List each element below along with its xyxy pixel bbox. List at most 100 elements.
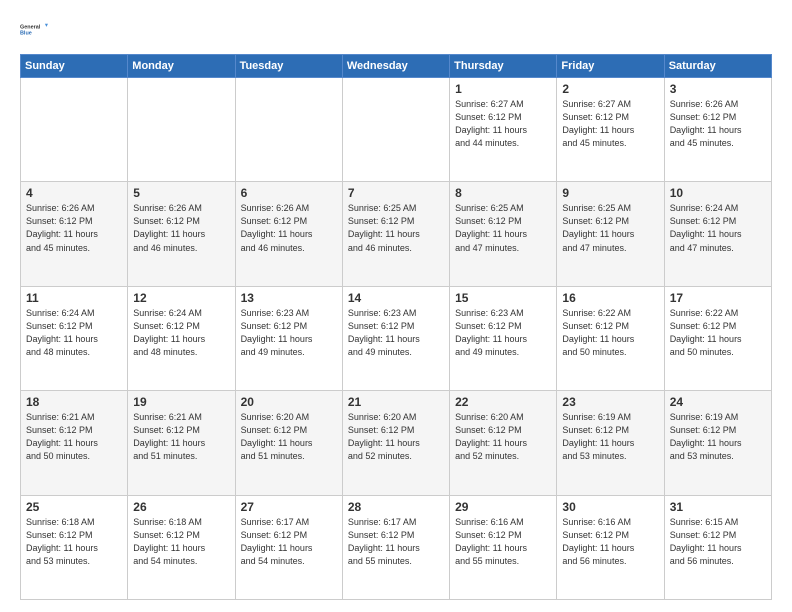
day-number: 8 <box>455 186 551 200</box>
header: General Blue <box>20 16 772 44</box>
calendar-day-cell: 17 Sunrise: 6:22 AM Sunset: 6:12 PM Dayli… <box>664 286 771 390</box>
calendar-day-cell: 12Sunrise: 6:24 AM Sunset: 6:12 PM Dayli… <box>128 286 235 390</box>
day-number: 17 <box>670 291 766 305</box>
day-number: 18 <box>26 395 122 409</box>
day-info: Sunrise: 6:26 AM Sunset: 6:12 PM Dayligh… <box>26 202 122 254</box>
day-number: 3 <box>670 82 766 96</box>
weekday-header: Monday <box>128 55 235 78</box>
day-number: 15 <box>455 291 551 305</box>
calendar-day-cell <box>235 78 342 182</box>
calendar-week-row: 25 Sunrise: 6:18 AM Sunset: 6:12 PM Dayli… <box>21 495 772 599</box>
weekday-header: Sunday <box>21 55 128 78</box>
calendar-day-cell: 27 Sunrise: 6:17 AM Sunset: 6:12 PM Dayli… <box>235 495 342 599</box>
day-number: 20 <box>241 395 337 409</box>
day-info: Sunrise: 6:26 AM Sunset: 6:12 PM Dayligh… <box>241 202 337 254</box>
day-number: 21 <box>348 395 444 409</box>
day-number: 22 <box>455 395 551 409</box>
day-info: Sunrise: 6:19 AM Sunset: 6:12 PM Dayligh… <box>562 411 658 463</box>
day-number: 14 <box>348 291 444 305</box>
calendar-day-cell: 1Sunrise: 6:27 AM Sunset: 6:12 PM Daylig… <box>450 78 557 182</box>
calendar-day-cell: 11 Sunrise: 6:24 AM Sunset: 6:12 PM Dayli… <box>21 286 128 390</box>
day-info: Sunrise: 6:22 AM Sunset: 6:12 PM Dayligh… <box>562 307 658 359</box>
day-number: 10 <box>670 186 766 200</box>
day-info: Sunrise: 6:24 AM Sunset: 6:12 PM Dayligh… <box>133 307 229 359</box>
day-info: Sunrise: 6:20 AM Sunset: 6:12 PM Dayligh… <box>455 411 551 463</box>
day-info: Sunrise: 6:23 AM Sunset: 6:12 PM Dayligh… <box>348 307 444 359</box>
calendar-day-cell: 4 Sunrise: 6:26 AM Sunset: 6:12 PM Daylig… <box>21 182 128 286</box>
calendar-day-cell: 10 Sunrise: 6:24 AM Sunset: 6:12 PM Dayli… <box>664 182 771 286</box>
calendar-day-cell: 28 Sunrise: 6:17 AM Sunset: 6:12 PM Dayli… <box>342 495 449 599</box>
day-number: 16 <box>562 291 658 305</box>
day-info: Sunrise: 6:26 AM Sunset: 6:12 PM Dayligh… <box>670 98 766 150</box>
day-info: Sunrise: 6:21 AM Sunset: 6:12 PM Dayligh… <box>26 411 122 463</box>
calendar-day-cell: 24 Sunrise: 6:19 AM Sunset: 6:12 PM Dayli… <box>664 391 771 495</box>
calendar-day-cell: 3 Sunrise: 6:26 AM Sunset: 6:12 PM Daylig… <box>664 78 771 182</box>
day-info: Sunrise: 6:23 AM Sunset: 6:12 PM Dayligh… <box>455 307 551 359</box>
calendar-day-cell: 19Sunrise: 6:21 AM Sunset: 6:12 PM Dayli… <box>128 391 235 495</box>
day-info: Sunrise: 6:24 AM Sunset: 6:12 PM Dayligh… <box>26 307 122 359</box>
calendar-day-cell: 23 Sunrise: 6:19 AM Sunset: 6:12 PM Dayli… <box>557 391 664 495</box>
day-number: 6 <box>241 186 337 200</box>
calendar-day-cell <box>342 78 449 182</box>
weekday-header: Thursday <box>450 55 557 78</box>
day-info: Sunrise: 6:18 AM Sunset: 6:12 PM Dayligh… <box>26 516 122 568</box>
day-number: 29 <box>455 500 551 514</box>
calendar-day-cell: 30 Sunrise: 6:16 AM Sunset: 6:12 PM Dayli… <box>557 495 664 599</box>
day-number: 31 <box>670 500 766 514</box>
calendar-week-row: 11 Sunrise: 6:24 AM Sunset: 6:12 PM Dayli… <box>21 286 772 390</box>
day-info: Sunrise: 6:18 AM Sunset: 6:12 PM Dayligh… <box>133 516 229 568</box>
day-number: 1 <box>455 82 551 96</box>
day-info: Sunrise: 6:24 AM Sunset: 6:12 PM Dayligh… <box>670 202 766 254</box>
svg-text:Blue: Blue <box>20 31 32 37</box>
weekday-header: Wednesday <box>342 55 449 78</box>
day-number: 23 <box>562 395 658 409</box>
day-info: Sunrise: 6:22 AM Sunset: 6:12 PM Dayligh… <box>670 307 766 359</box>
calendar-day-cell: 25 Sunrise: 6:18 AM Sunset: 6:12 PM Dayli… <box>21 495 128 599</box>
calendar-day-cell: 5 Sunrise: 6:26 AM Sunset: 6:12 PM Daylig… <box>128 182 235 286</box>
calendar-day-cell: 29 Sunrise: 6:16 AM Sunset: 6:12 PM Dayli… <box>450 495 557 599</box>
logo: General Blue <box>20 16 48 44</box>
day-info: Sunrise: 6:25 AM Sunset: 6:12 PM Dayligh… <box>562 202 658 254</box>
weekday-header: Friday <box>557 55 664 78</box>
day-number: 28 <box>348 500 444 514</box>
calendar-day-cell <box>128 78 235 182</box>
day-info: Sunrise: 6:16 AM Sunset: 6:12 PM Dayligh… <box>562 516 658 568</box>
calendar-week-row: 4 Sunrise: 6:26 AM Sunset: 6:12 PM Daylig… <box>21 182 772 286</box>
calendar-day-cell: 9 Sunrise: 6:25 AM Sunset: 6:12 PM Daylig… <box>557 182 664 286</box>
calendar-week-row: 1 Sunrise: 6:27 AM Sunset: 6:12 PM Daylig… <box>21 78 772 182</box>
day-number: 9 <box>562 186 658 200</box>
day-number: 5 <box>133 186 229 200</box>
day-number: 26 <box>133 500 229 514</box>
day-info: Sunrise: 6:19 AM Sunset: 6:12 PM Dayligh… <box>670 411 766 463</box>
day-number: 27 <box>241 500 337 514</box>
svg-text:General: General <box>20 24 41 30</box>
page: General Blue SundayMondayTuesdayWednesda… <box>0 0 792 612</box>
calendar-day-cell: 16 Sunrise: 6:22 AM Sunset: 6:12 PM Dayli… <box>557 286 664 390</box>
calendar-day-cell: 31 Sunrise: 6:15 AM Sunset: 6:12 PM Dayli… <box>664 495 771 599</box>
day-info: Sunrise: 6:16 AM Sunset: 6:12 PM Dayligh… <box>455 516 551 568</box>
weekday-header: Saturday <box>664 55 771 78</box>
day-number: 30 <box>562 500 658 514</box>
day-info: Sunrise: 6:27 AM Sunset: 6:12 PM Dayligh… <box>562 98 658 150</box>
calendar-day-cell <box>21 78 128 182</box>
day-number: 11 <box>26 291 122 305</box>
day-number: 2 <box>562 82 658 96</box>
day-number: 4 <box>26 186 122 200</box>
calendar-week-row: 18 Sunrise: 6:21 AM Sunset: 6:12 PM Dayli… <box>21 391 772 495</box>
calendar-table: SundayMondayTuesdayWednesdayThursdayFrid… <box>20 54 772 600</box>
calendar-day-cell: 8Sunrise: 6:25 AM Sunset: 6:12 PM Daylig… <box>450 182 557 286</box>
calendar-day-cell: 6 Sunrise: 6:26 AM Sunset: 6:12 PM Daylig… <box>235 182 342 286</box>
day-info: Sunrise: 6:26 AM Sunset: 6:12 PM Dayligh… <box>133 202 229 254</box>
day-number: 25 <box>26 500 122 514</box>
day-number: 7 <box>348 186 444 200</box>
calendar-day-cell: 20Sunrise: 6:20 AM Sunset: 6:12 PM Dayli… <box>235 391 342 495</box>
day-info: Sunrise: 6:17 AM Sunset: 6:12 PM Dayligh… <box>348 516 444 568</box>
day-info: Sunrise: 6:15 AM Sunset: 6:12 PM Dayligh… <box>670 516 766 568</box>
day-number: 24 <box>670 395 766 409</box>
day-info: Sunrise: 6:21 AM Sunset: 6:12 PM Dayligh… <box>133 411 229 463</box>
calendar-day-cell: 18 Sunrise: 6:21 AM Sunset: 6:12 PM Dayli… <box>21 391 128 495</box>
calendar-day-cell: 26 Sunrise: 6:18 AM Sunset: 6:12 PM Dayli… <box>128 495 235 599</box>
calendar-day-cell: 21Sunrise: 6:20 AM Sunset: 6:12 PM Dayli… <box>342 391 449 495</box>
calendar-day-cell: 2 Sunrise: 6:27 AM Sunset: 6:12 PM Daylig… <box>557 78 664 182</box>
day-info: Sunrise: 6:17 AM Sunset: 6:12 PM Dayligh… <box>241 516 337 568</box>
